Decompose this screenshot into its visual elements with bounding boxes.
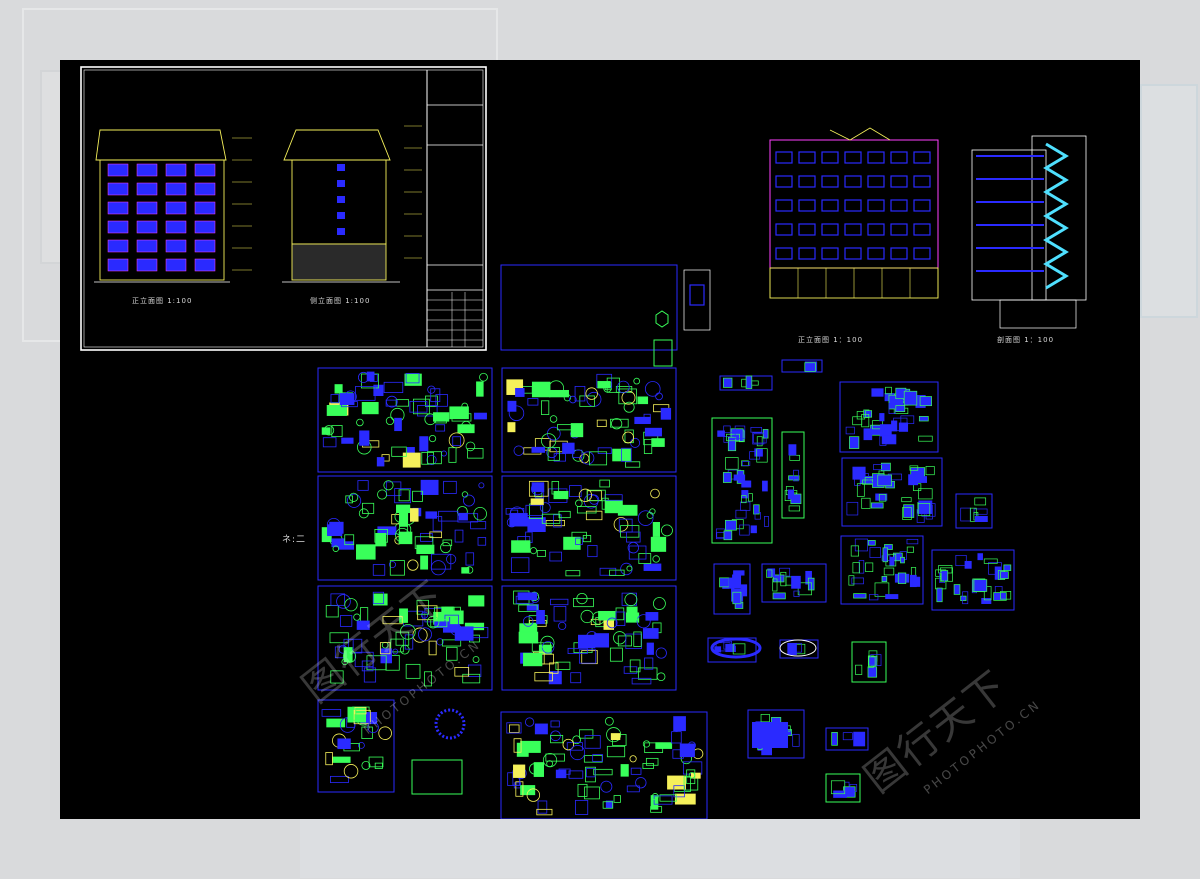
plan-outline [500, 264, 678, 351]
side-elevation-drawing [282, 125, 422, 283]
background-echo-section [1140, 84, 1198, 318]
front-elevation-caption: 正立面图 1:100 [132, 297, 193, 305]
right-elevation-caption: 正立面图 1：100 [798, 336, 864, 344]
left-marker-text: ネ:二 [282, 535, 307, 545]
front-elevation-drawing [94, 129, 252, 283]
right-elevation-drawing [769, 127, 939, 299]
small-plan-detail [653, 269, 711, 367]
side-elevation-caption: 侧立面图 1:100 [310, 297, 371, 305]
cad-drawing-canvas[interactable]: 正立面图 1:100 侧立面图 1:100 正立面图 1：100 剖面图 1：1… [60, 60, 1140, 819]
background-echo-blocks [300, 818, 1020, 878]
section-drawing [971, 135, 1087, 329]
section-caption: 剖面图 1：100 [997, 336, 1055, 344]
furniture-library [317, 367, 708, 819]
